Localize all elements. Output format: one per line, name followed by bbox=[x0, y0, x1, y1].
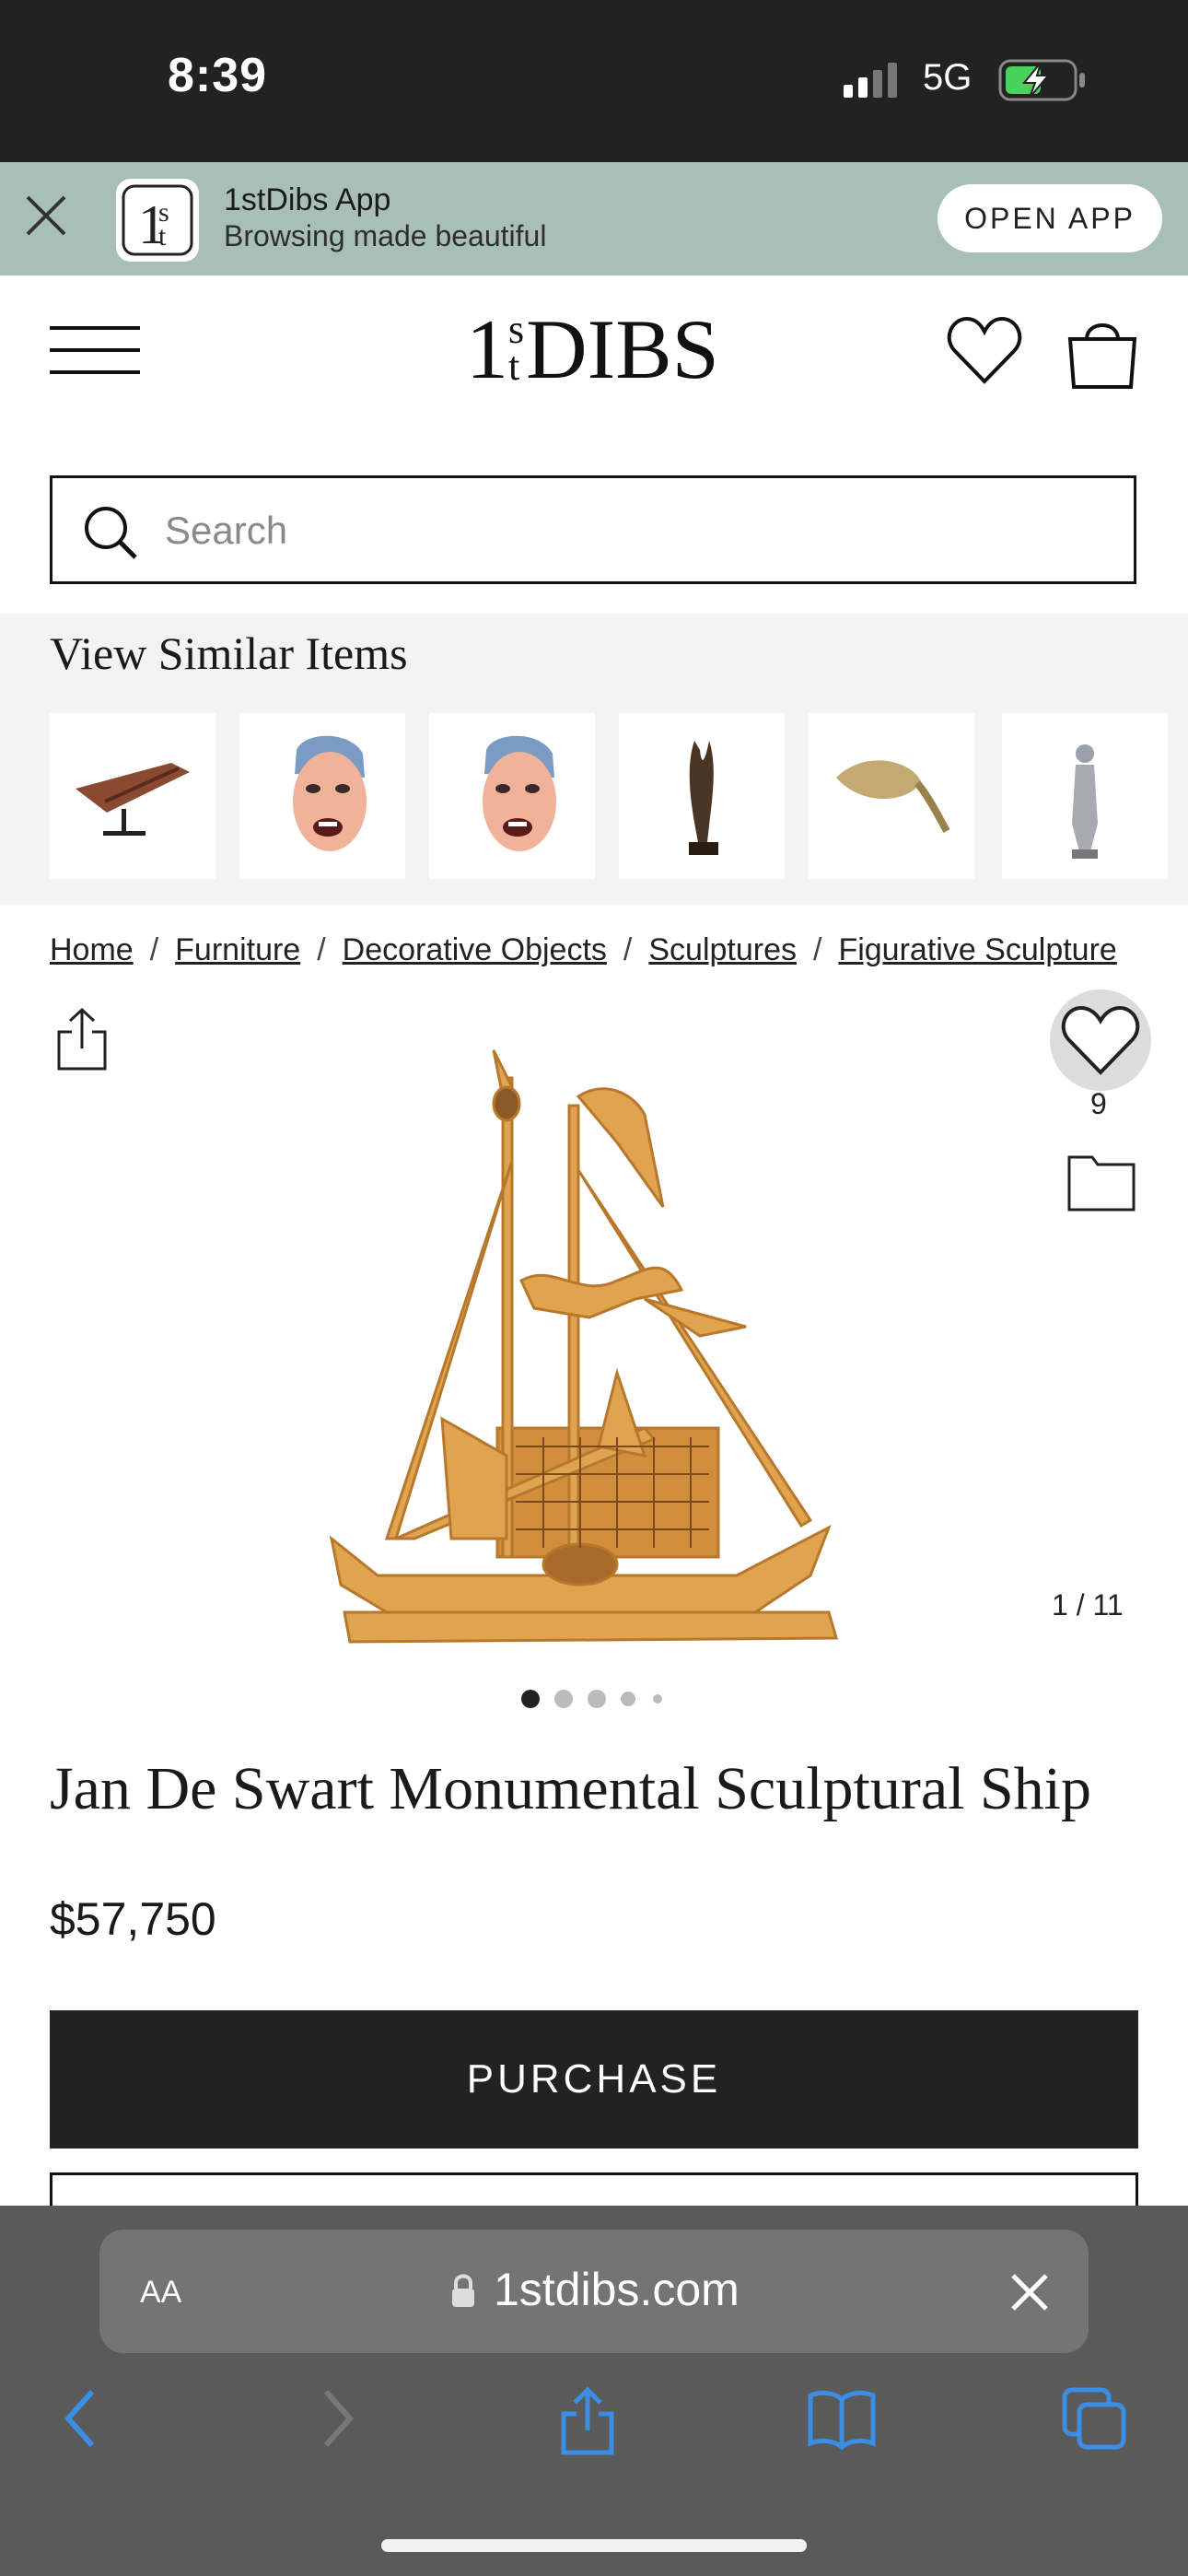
network-type: 5G bbox=[923, 57, 973, 98]
logo-super: s bbox=[508, 307, 525, 352]
app-banner: 1 s t 1stDibs App Browsing made beautifu… bbox=[0, 162, 1188, 275]
similar-item[interactable] bbox=[1002, 713, 1168, 879]
lock-icon bbox=[452, 2274, 474, 2307]
share-icon[interactable] bbox=[55, 1006, 109, 1072]
search-icon bbox=[85, 507, 137, 559]
status-time: 8:39 bbox=[168, 49, 268, 102]
shopping-bag-icon[interactable] bbox=[1066, 315, 1138, 391]
share-icon[interactable] bbox=[558, 2386, 617, 2456]
breadcrumb-separator: / bbox=[317, 932, 326, 967]
breadcrumb-separator: / bbox=[623, 932, 633, 967]
breadcrumb-sculptures[interactable]: Sculptures bbox=[648, 932, 797, 967]
close-icon[interactable] bbox=[20, 190, 72, 241]
product-price: $57,750 bbox=[50, 1893, 216, 1945]
search-bar[interactable] bbox=[50, 475, 1136, 584]
heart-icon bbox=[1061, 1005, 1140, 1075]
bronze-hand-sculpture-image bbox=[689, 741, 718, 855]
site-logo[interactable]: 1 s t DIBS bbox=[466, 297, 719, 398]
carousel-dots[interactable] bbox=[518, 1688, 674, 1710]
forward-chevron-icon[interactable] bbox=[319, 2386, 355, 2451]
cell-signal-icon bbox=[844, 63, 897, 98]
hamburger-menu-icon[interactable] bbox=[50, 322, 140, 378]
similar-items-title: View Similar Items bbox=[50, 627, 408, 679]
app-name: 1stDibs App bbox=[224, 182, 391, 217]
reader-options-button[interactable]: AA bbox=[140, 2266, 181, 2313]
favorites-heart-icon[interactable] bbox=[947, 315, 1022, 389]
figurine-image bbox=[1072, 744, 1098, 859]
back-chevron-icon[interactable] bbox=[63, 2386, 99, 2451]
svg-text:t: t bbox=[158, 221, 167, 252]
url-domain: 1stdibs.com bbox=[494, 2264, 740, 2315]
product-title: Jan De Swart Monumental Sculptural Ship bbox=[50, 1755, 1092, 1822]
purchase-button[interactable]: PURCHASE bbox=[50, 2010, 1138, 2149]
breadcrumb-separator: / bbox=[149, 932, 159, 967]
face-mask-image bbox=[293, 735, 367, 851]
carved-wood-sculpture-image bbox=[76, 763, 190, 836]
breadcrumb-figurative-sculpture[interactable]: Figurative Sculpture bbox=[838, 932, 1116, 967]
similar-items-section: View Similar Items bbox=[0, 614, 1188, 905]
close-icon[interactable] bbox=[1007, 2270, 1052, 2314]
battery-charging-icon bbox=[998, 59, 1085, 101]
breadcrumb-furniture[interactable]: Furniture bbox=[175, 932, 300, 967]
similar-item[interactable] bbox=[619, 713, 785, 879]
aa-label: AA bbox=[140, 2275, 182, 2310]
tabs-icon[interactable] bbox=[1061, 2386, 1127, 2451]
app-tagline: Browsing made beautiful bbox=[224, 219, 547, 252]
logo-main: DIBS bbox=[526, 302, 719, 396]
favorite-button[interactable] bbox=[1050, 989, 1151, 1091]
product-image-ship-sculpture[interactable] bbox=[313, 1023, 866, 1658]
face-mask-image bbox=[483, 735, 556, 851]
logo-sub: t bbox=[508, 344, 520, 389]
open-app-button[interactable]: OPEN APP bbox=[938, 184, 1162, 252]
breadcrumb: Home / Furniture / Decorative Objects / Sculpt… bbox=[50, 932, 1164, 968]
breadcrumb-home[interactable]: Home bbox=[50, 932, 134, 967]
folder-icon[interactable] bbox=[1066, 1152, 1136, 1212]
browser-toolbar: AA 1stdibs.com bbox=[0, 2206, 1188, 2576]
favorites-count: 9 bbox=[1090, 1087, 1107, 1120]
search-input[interactable] bbox=[163, 498, 1106, 563]
bookmarks-icon[interactable] bbox=[807, 2386, 877, 2451]
address-bar[interactable]: AA 1stdibs.com bbox=[99, 2230, 1089, 2353]
app-icon: 1 s t bbox=[116, 179, 199, 262]
breadcrumb-decorative-objects[interactable]: Decorative Objects bbox=[343, 932, 607, 967]
logo-one: 1 bbox=[466, 302, 508, 396]
status-bar: 8:39 5G bbox=[0, 0, 1188, 162]
similar-item[interactable] bbox=[239, 713, 405, 879]
similar-item[interactable] bbox=[50, 713, 215, 879]
brass-shell-sculpture-image bbox=[836, 760, 950, 833]
similar-item[interactable] bbox=[429, 713, 595, 879]
home-indicator bbox=[381, 2539, 807, 2552]
similar-item[interactable] bbox=[809, 713, 974, 879]
breadcrumb-separator: / bbox=[813, 932, 822, 967]
image-counter: 1 / 11 bbox=[1052, 1588, 1124, 1622]
